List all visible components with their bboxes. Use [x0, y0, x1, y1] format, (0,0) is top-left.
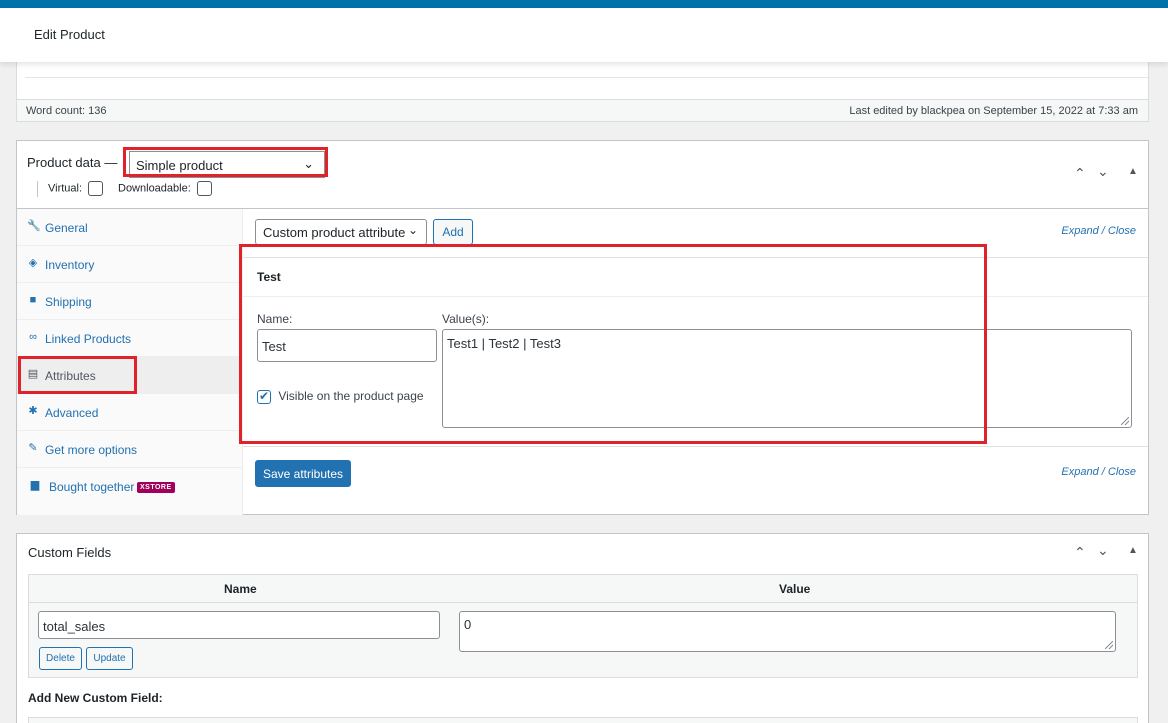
update-button[interactable]: Update [86, 647, 133, 670]
resize-handle[interactable] [1105, 641, 1113, 649]
virtual-checkbox[interactable] [88, 181, 104, 196]
move-down-icon[interactable]: ⌄ [1097, 163, 1109, 180]
expand-link[interactable]: Expand [1061, 466, 1098, 478]
xstore-badge: XSTORE [137, 482, 175, 493]
tab-advanced[interactable]: ✱ Advanced [17, 394, 243, 431]
custom-field-value-textarea[interactable]: 0 [459, 611, 1116, 652]
editor-status-bar: Word count: 136 Last edited by blackpea … [17, 100, 1148, 121]
toggle-panel-icon[interactable]: ▲ [1128, 545, 1138, 556]
tab-attributes[interactable]: ▤ Attributes [17, 357, 243, 394]
name-label: Name: [257, 312, 293, 326]
page-title: Edit Product [34, 27, 105, 42]
add-custom-field-table [28, 717, 1138, 723]
move-down-icon[interactable]: ⌄ [1097, 542, 1109, 559]
add-new-custom-field-label: Add New Custom Field: [28, 691, 163, 705]
move-up-icon[interactable]: ⌃ [1074, 544, 1086, 561]
attributes-panel: Custom product attribute ⌄ Add Expand / … [239, 209, 1148, 515]
tab-general[interactable]: 🔧 General [17, 209, 243, 246]
bag-icon: ▆ [30, 479, 40, 491]
visible-checkbox[interactable] [257, 389, 271, 404]
attribute-item: Test Name: Test Value(s): Test1 | Test2 … [243, 257, 1148, 447]
truck-icon: ■ [29, 294, 37, 306]
expand-close-bottom: Expand / Close [1061, 466, 1136, 478]
link-icon: ∞ [29, 331, 37, 343]
product-type-value: Simple product [136, 158, 223, 173]
editor-body[interactable] [17, 62, 1148, 100]
last-edited: Last edited by blackpea on September 15,… [849, 105, 1138, 117]
product-type-select[interactable]: Simple product ⌄ [129, 151, 325, 178]
chevron-down-icon: ⌄ [303, 156, 314, 171]
custom-field-value-text: 0 [464, 617, 472, 632]
toggle-panel-icon[interactable]: ▲ [1128, 166, 1138, 177]
column-header-value: Value [779, 582, 811, 596]
resize-handle[interactable] [1121, 417, 1129, 425]
downloadable-option: Downloadable: [118, 181, 212, 196]
save-attributes-button[interactable]: Save attributes [255, 460, 351, 487]
visible-option: Visible on the product page [257, 389, 424, 404]
expand-link[interactable]: Expand [1061, 225, 1098, 237]
page-header: Edit Product [0, 8, 1168, 62]
values-label: Value(s): [442, 312, 490, 326]
custom-fields-table: Name Value total_sales 0 Delete Update [28, 574, 1138, 678]
wrench-icon: 🔧 [27, 220, 41, 232]
tab-bought-together[interactable]: ▆ Bought together XSTORE [17, 468, 243, 505]
attribute-values-text: Test1 | Test2 | Test3 [447, 336, 561, 351]
downloadable-checkbox[interactable] [196, 181, 212, 196]
product-data-tabs: 🔧 General ◈ Inventory ■ Shipping ∞ Linke… [17, 209, 243, 515]
add-attribute-button[interactable]: Add [433, 219, 473, 245]
delete-button[interactable]: Delete [39, 647, 82, 670]
move-up-icon[interactable]: ⌃ [1074, 165, 1086, 182]
tab-get-more-options[interactable]: ✎ Get more options [17, 431, 243, 468]
attribute-name-input[interactable]: Test [257, 329, 437, 362]
content-editor: Word count: 136 Last edited by blackpea … [16, 62, 1149, 122]
attribute-type-value: Custom product attribute [263, 225, 406, 240]
close-link[interactable]: Close [1108, 225, 1136, 237]
column-header-name: Name [224, 582, 257, 596]
close-link[interactable]: Close [1108, 466, 1136, 478]
tag-icon: ◈ [28, 257, 38, 269]
downloadable-label: Downloadable: [118, 182, 191, 195]
admin-top-bar [0, 0, 1168, 8]
virtual-label: Virtual: [48, 182, 83, 195]
word-count: Word count: 136 [26, 105, 107, 117]
chevron-down-icon: ⌄ [407, 223, 418, 237]
tab-linked-products[interactable]: ∞ Linked Products [17, 320, 243, 357]
expand-close-top: Expand / Close [1061, 225, 1136, 237]
attribute-type-select[interactable]: Custom product attribute ⌄ [255, 219, 427, 245]
product-data-label: Product data — [27, 155, 118, 170]
product-data-box: Product data — Simple product ⌄ Virtual:… [16, 140, 1149, 515]
plugin-icon: ✎ [28, 442, 38, 454]
tab-shipping[interactable]: ■ Shipping [17, 283, 243, 320]
table-icon: ▤ [27, 368, 39, 380]
custom-fields-box: Custom Fields ⌃ ⌄ ▲ Name Value total_sal… [16, 533, 1149, 723]
virtual-option: Virtual: [48, 181, 104, 196]
gear-icon: ✱ [28, 405, 38, 417]
custom-fields-title: Custom Fields [28, 545, 112, 560]
custom-field-name-input[interactable]: total_sales [38, 611, 440, 639]
attribute-title[interactable]: Test [257, 270, 281, 284]
product-data-header: Product data — Simple product ⌄ Virtual:… [17, 141, 1148, 209]
tab-inventory[interactable]: ◈ Inventory [17, 246, 243, 283]
attribute-values-textarea[interactable]: Test1 | Test2 | Test3 [442, 329, 1132, 428]
visible-label: Visible on the product page [278, 389, 424, 403]
